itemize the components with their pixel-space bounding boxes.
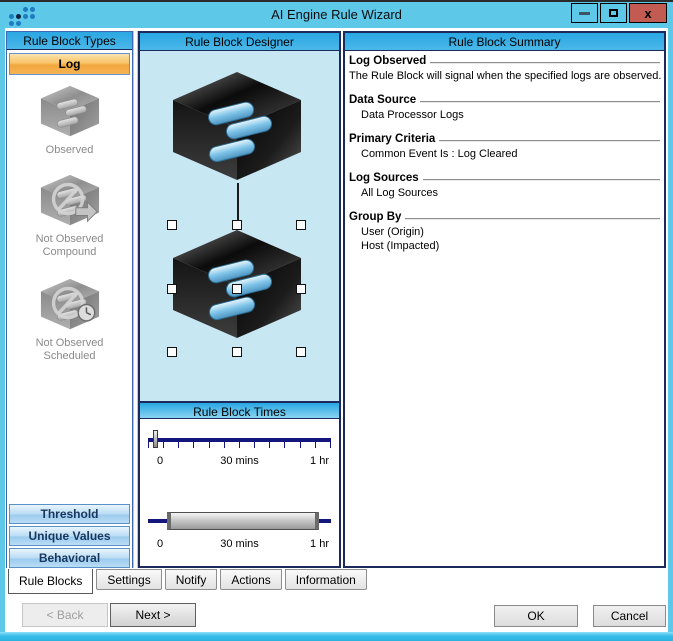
- section-text: User (Origin): [361, 226, 424, 238]
- section-divider: [422, 178, 660, 181]
- maximize-button[interactable]: [600, 3, 627, 23]
- section-title: Group By: [349, 211, 402, 223]
- type-item-label: Observed: [45, 144, 94, 156]
- rule-block-summary-header: Rule Block Summary: [345, 33, 664, 51]
- slider2-end-label: 1 hr: [310, 538, 329, 550]
- selection-handle[interactable]: [232, 284, 242, 294]
- type-item-not-observed-scheduled[interactable]: Not Observed Scheduled: [7, 276, 132, 363]
- summary-section-log-observed: Log Observed The Rule Block will signal …: [349, 54, 662, 83]
- tab-settings[interactable]: Settings: [96, 569, 162, 590]
- cancel-button[interactable]: Cancel: [593, 605, 666, 627]
- designer-canvas[interactable]: [140, 51, 339, 401]
- close-button[interactable]: x: [629, 3, 667, 23]
- cube-not-observed-clock-icon: [40, 278, 99, 330]
- selection-handle[interactable]: [232, 347, 242, 357]
- minimize-icon: [579, 11, 590, 15]
- summary-section-primary-criteria: Primary Criteria Common Event Is : Log C…: [349, 132, 660, 161]
- section-divider: [420, 100, 660, 103]
- cube-not-observed-arrow-icon: [40, 174, 99, 226]
- unique-values-category-button[interactable]: Unique Values: [9, 526, 130, 546]
- slider1-end-label: 1 hr: [310, 455, 329, 467]
- summary-section-group-by: Group By User (Origin) Host (Impacted): [349, 210, 660, 253]
- slider2-labels: 0 30 mins 1 hr: [148, 538, 331, 551]
- maximize-icon: [609, 9, 618, 17]
- tab-actions[interactable]: Actions: [220, 569, 282, 590]
- selection-handle[interactable]: [167, 347, 177, 357]
- summary-section-data-source: Data Source Data Processor Logs: [349, 93, 660, 122]
- next-button[interactable]: Next >: [110, 603, 196, 627]
- threshold-category-button[interactable]: Threshold: [9, 504, 130, 524]
- type-item-label: Not Observed Scheduled: [35, 337, 104, 362]
- tab-rule-blocks[interactable]: Rule Blocks: [8, 569, 94, 594]
- type-item-not-observed-compound[interactable]: Not Observed Compound: [7, 172, 132, 259]
- rule-block-times-body: 0 30 mins 1 hr 0 30 mins 1 hr: [140, 419, 339, 563]
- wizard-client-area: Rule Block Types Log Observed Not Observ…: [5, 28, 668, 632]
- minimize-button[interactable]: [571, 3, 598, 23]
- ai-engine-rule-wizard-window: AI Engine Rule Wizard x Rule Block Types…: [0, 0, 673, 641]
- tab-notify[interactable]: Notify: [164, 569, 218, 590]
- rule-block-cube-icon[interactable]: [170, 69, 304, 183]
- section-divider: [439, 139, 660, 142]
- wizard-tab-strip: Rule Blocks Settings Notify Actions Info…: [5, 569, 668, 596]
- rule-block-types-panel: Rule Block Types Log Observed Not Observ…: [6, 31, 133, 568]
- selection-handle[interactable]: [167, 284, 177, 294]
- close-icon: x: [644, 5, 652, 21]
- selection-handle[interactable]: [296, 220, 306, 230]
- type-item-observed[interactable]: Observed: [7, 83, 132, 157]
- section-text: Data Processor Logs: [361, 109, 464, 121]
- section-text: All Log Sources: [361, 187, 439, 199]
- section-text: Host (Impacted): [361, 240, 440, 252]
- cube-logs-icon: [40, 85, 99, 137]
- section-title: Log Observed: [349, 55, 427, 67]
- section-title: Data Source: [349, 94, 417, 106]
- section-divider: [430, 61, 660, 64]
- rule-block-summary-panel: Rule Block Summary Log Observed The Rule…: [343, 31, 666, 568]
- selection-handle[interactable]: [167, 220, 177, 230]
- slider2-start-label: 0: [157, 538, 164, 550]
- slider-tick-marks: [148, 442, 331, 449]
- rule-block-times-header: Rule Block Times: [140, 401, 339, 419]
- rule-block-designer-header: Rule Block Designer: [140, 33, 339, 51]
- rule-block-designer-panel: Rule Block Designer Rule Block Times 0 3…: [138, 31, 341, 568]
- behavioral-category-button[interactable]: Behavioral: [9, 548, 130, 568]
- slider1-mid-label: 30 mins: [220, 455, 259, 467]
- selection-handle[interactable]: [296, 284, 306, 294]
- log-type-button[interactable]: Log: [9, 53, 130, 75]
- tab-information[interactable]: Information: [284, 569, 367, 590]
- section-text: Common Event Is : Log Cleared: [361, 148, 518, 160]
- time-range-bar[interactable]: [167, 512, 319, 530]
- selection-handle[interactable]: [296, 347, 306, 357]
- rule-block-types-header: Rule Block Types: [7, 32, 132, 50]
- slider1-labels: 0 30 mins 1 hr: [148, 455, 331, 468]
- slider2-mid-label: 30 mins: [220, 538, 259, 550]
- block-connector-line: [237, 183, 239, 225]
- section-title: Primary Criteria: [349, 133, 436, 145]
- window-bottom-frame: [0, 632, 673, 641]
- summary-section-log-sources: Log Sources All Log Sources: [349, 171, 660, 200]
- type-item-label: Not Observed Compound: [35, 233, 104, 258]
- section-divider: [405, 217, 660, 220]
- ok-button[interactable]: OK: [494, 605, 578, 627]
- section-text: The Rule Block will signal when the spec…: [349, 70, 662, 82]
- slider1-start-label: 0: [157, 455, 164, 467]
- titlebar[interactable]: AI Engine Rule Wizard x: [0, 2, 673, 28]
- selection-handle[interactable]: [232, 220, 242, 230]
- back-button[interactable]: < Back: [22, 603, 108, 627]
- section-title: Log Sources: [349, 172, 419, 184]
